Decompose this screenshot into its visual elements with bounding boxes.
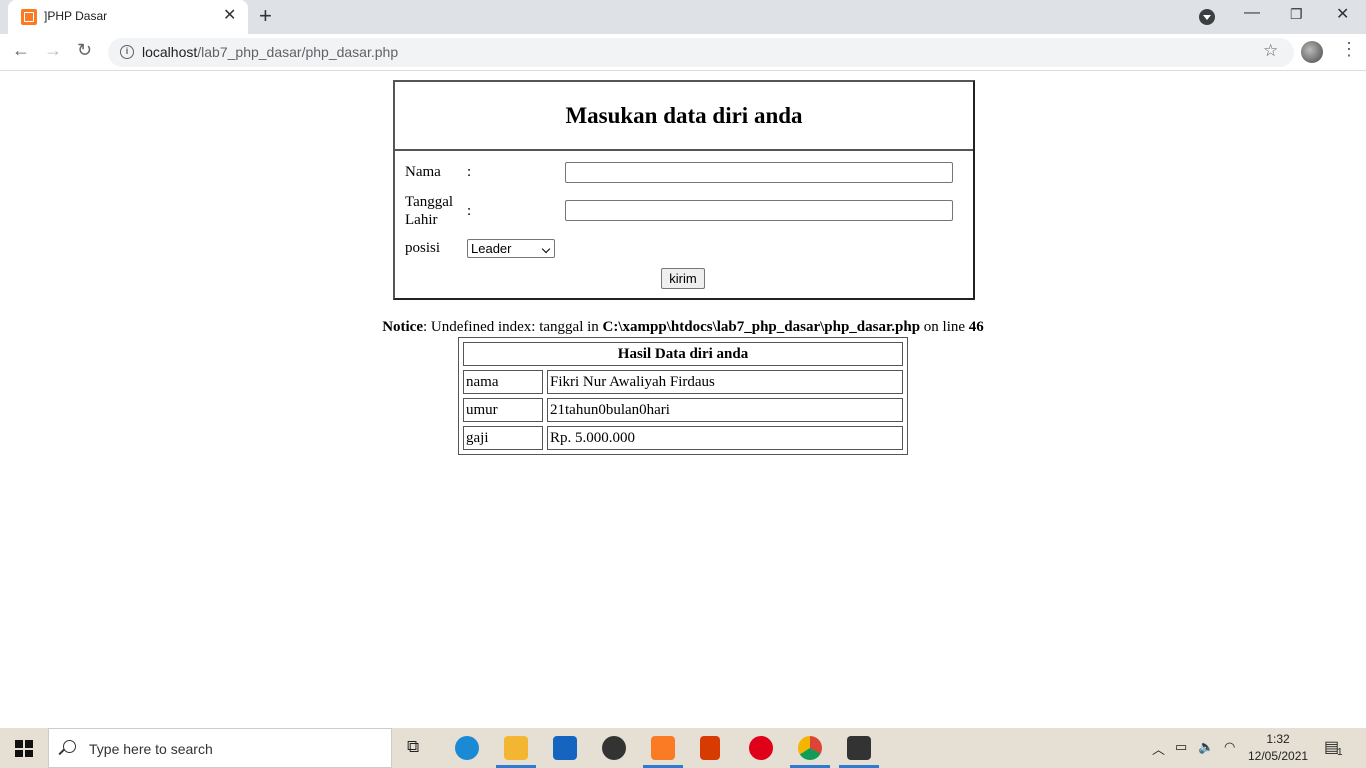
tanggal-colon: :: [467, 203, 472, 219]
volume-icon[interactable]: 🔈: [1198, 739, 1214, 755]
opera-icon[interactable]: [749, 736, 773, 760]
site-info-icon[interactable]: i: [120, 45, 134, 59]
nama-input[interactable]: [565, 162, 953, 183]
tab-title: ]PHP Dasar: [44, 9, 108, 23]
tab-search-dropdown-icon[interactable]: [1199, 9, 1215, 25]
xampp-icon[interactable]: [651, 736, 675, 760]
back-icon[interactable]: ←: [12, 40, 30, 61]
sublime-text-icon[interactable]: [847, 736, 871, 760]
reload-icon[interactable]: ↻: [77, 40, 92, 61]
result-value-umur: 21tahun0bulan0hari: [547, 398, 903, 422]
notice-line-number: 46: [968, 319, 984, 335]
menu-kebab-icon[interactable]: ⋮: [1340, 39, 1358, 60]
profile-avatar[interactable]: [1301, 41, 1323, 63]
kirim-button[interactable]: kirim: [661, 268, 705, 289]
result-key-nama: nama: [463, 370, 543, 394]
restore-icon[interactable]: ❐: [1290, 6, 1303, 23]
office-icon[interactable]: [700, 736, 720, 760]
posisi-select[interactable]: Leader: [467, 239, 555, 258]
notice-message: : Undefined index: tanggal in: [423, 319, 603, 335]
result-value-nama: Fikri Nur Awaliyah Firdaus: [547, 370, 903, 394]
windows-taskbar: Type here to search ⧉ ︿ ▭ 🔈 ◠ 1:32 12/05…: [0, 728, 1366, 768]
posisi-selected-value: Leader: [471, 241, 512, 256]
nama-label: Nama: [405, 164, 441, 180]
close-tab-icon[interactable]: ✕: [223, 6, 236, 26]
nama-colon: :: [467, 164, 472, 180]
tanggal-lahir-label: Tanggal Lahir: [405, 194, 454, 228]
battery-icon[interactable]: ▭: [1175, 739, 1187, 755]
form-title: Masukan data diri anda: [395, 82, 973, 151]
taskbar-search-box[interactable]: Type here to search: [48, 728, 392, 768]
browser-toolbar: ← → ↻ i localhost/lab7_php_dasar/php_das…: [0, 34, 1366, 71]
page-content: Masukan data diri anda Nama : Tanggal La…: [0, 71, 1366, 728]
result-key-umur: umur: [463, 398, 543, 422]
posisi-label: posisi: [405, 240, 441, 256]
notice-path: C:\xampp\htdocs\lab7_php_dasar\php_dasar…: [602, 319, 921, 335]
task-view-icon[interactable]: ⧉: [407, 737, 419, 757]
url-path: /lab7_php_dasar/php_dasar.php: [197, 44, 399, 60]
notice-label: Notice: [382, 319, 423, 335]
mail-icon[interactable]: [553, 736, 577, 760]
notification-count-badge: 1: [1337, 747, 1343, 758]
notice-on-line: on line: [920, 319, 969, 335]
forward-icon[interactable]: →: [44, 40, 62, 61]
result-table-title: Hasil Data diri anda: [463, 342, 903, 366]
wifi-icon[interactable]: ◠: [1224, 739, 1235, 755]
search-placeholder: Type here to search: [89, 741, 213, 757]
minimize-icon[interactable]: —: [1244, 4, 1260, 22]
url-text[interactable]: localhost/lab7_php_dasar/php_dasar.php: [142, 44, 398, 60]
window-close-icon[interactable]: ✕: [1336, 4, 1349, 24]
new-tab-icon[interactable]: +: [259, 3, 272, 29]
edge-icon[interactable]: [455, 736, 479, 760]
result-value-gaji: Rp. 5.000.000: [547, 426, 903, 450]
result-table: Hasil Data diri anda nama Fikri Nur Awal…: [458, 337, 908, 455]
tab-bar: ]PHP Dasar ✕ + — ❐ ✕: [0, 0, 1366, 34]
search-icon: [63, 740, 76, 753]
bookmark-star-icon[interactable]: ☆: [1263, 41, 1278, 61]
url-host: localhost: [142, 44, 198, 60]
result-key-gaji: gaji: [463, 426, 543, 450]
taskbar-clock[interactable]: 1:32 12/05/2021: [1248, 731, 1308, 765]
windows-start-icon[interactable]: [15, 740, 33, 757]
address-bar[interactable]: i localhost/lab7_php_dasar/php_dasar.php…: [108, 38, 1294, 67]
chrome-icon[interactable]: [798, 736, 822, 760]
tanggal-lahir-input[interactable]: [565, 200, 953, 221]
xampp-favicon-icon: [21, 9, 37, 25]
data-form: Masukan data diri anda Nama : Tanggal La…: [393, 80, 975, 300]
media-player-icon[interactable]: [602, 736, 626, 760]
clock-time: 1:32: [1266, 732, 1290, 746]
show-hidden-icons-icon[interactable]: ︿: [1152, 739, 1165, 758]
browser-tab[interactable]: ]PHP Dasar ✕: [8, 0, 248, 34]
clock-date: 12/05/2021: [1248, 749, 1309, 763]
file-explorer-icon[interactable]: [504, 736, 528, 760]
php-notice: Notice: Undefined index: tanggal in C:\x…: [0, 319, 1366, 336]
